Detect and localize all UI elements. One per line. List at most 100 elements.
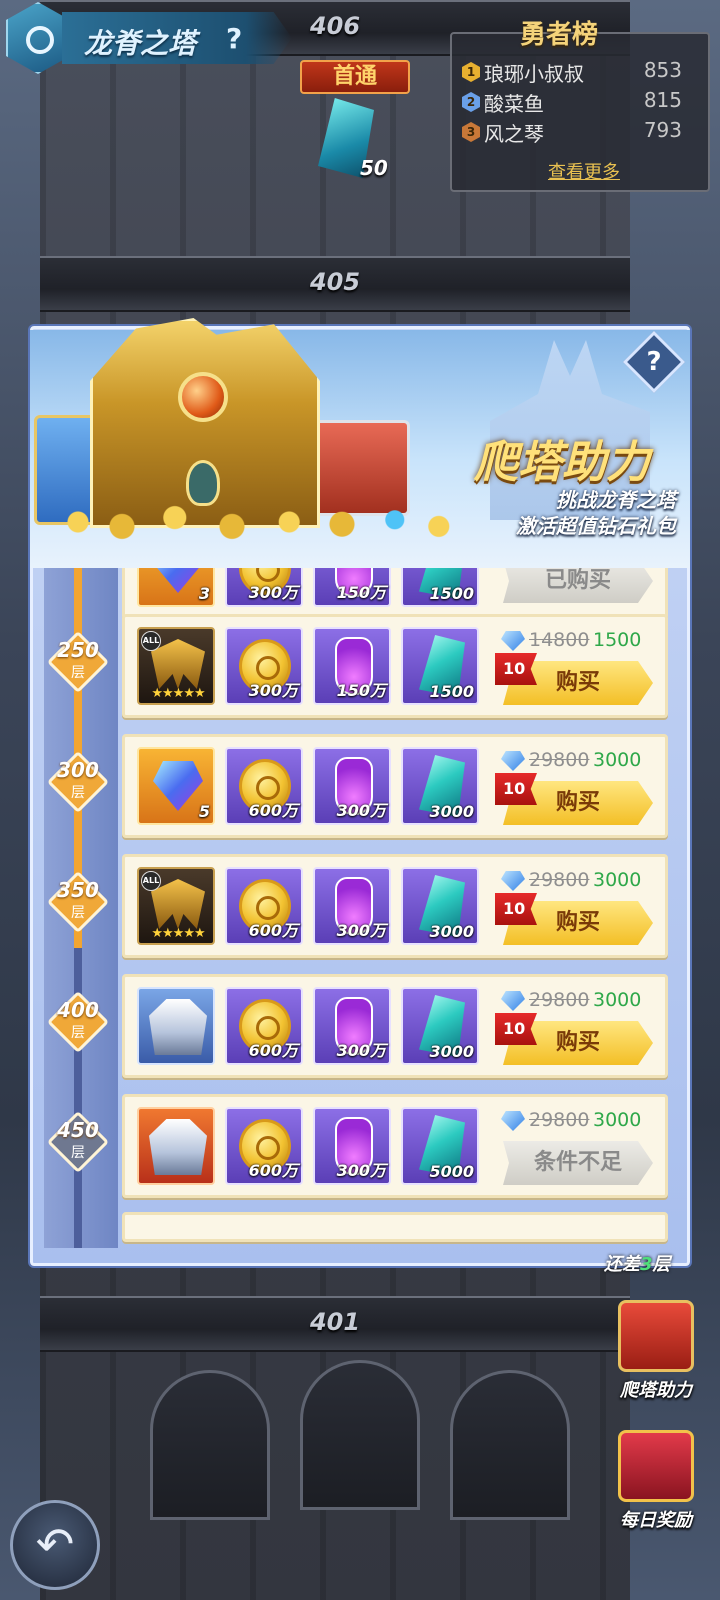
tower-arch bbox=[300, 1360, 420, 1510]
reward-item[interactable]: ALL ★★★★★ bbox=[137, 627, 215, 705]
original-price: 29800 bbox=[529, 1109, 590, 1131]
diamond-icon bbox=[501, 631, 525, 651]
sale-price: 3000 bbox=[593, 869, 642, 891]
item-quantity: 600万 bbox=[248, 921, 298, 940]
player-name: 琅琊小叔叔 bbox=[484, 62, 584, 86]
leaderboard-title: 勇者榜 bbox=[520, 20, 599, 50]
tower-emblem-icon bbox=[6, 2, 70, 74]
diamond-icon bbox=[501, 871, 525, 891]
banner-subtitle: 激活超值钻石礼包 bbox=[516, 514, 676, 538]
leaderboard-row: 3 风之琴 793 bbox=[462, 118, 682, 146]
reward-row-300: 5 600万 300万 3000 29800 3000 购买 10 bbox=[122, 734, 668, 838]
item-quantity: 3000 bbox=[429, 802, 474, 821]
reward-item[interactable]: 3000 bbox=[401, 867, 479, 945]
daily-reward-side-button[interactable]: 每日奖励 bbox=[606, 1430, 706, 1531]
reward-item[interactable]: 150万 bbox=[313, 627, 391, 705]
leaderboard-row: 1 琅琊小叔叔 853 bbox=[462, 58, 682, 86]
reward-row-next bbox=[122, 1212, 668, 1242]
first-clear-badge: 首通 bbox=[300, 60, 410, 94]
reward-row-350: ALL ★★★★★ 600万 300万 3000 29800 3000 购买 1… bbox=[122, 854, 668, 958]
side-button-label: 每日奖励 bbox=[620, 1510, 692, 1531]
leaderboard-row: 2 酸菜鱼 815 bbox=[462, 88, 682, 116]
tier-node-400: 400 层 bbox=[46, 990, 110, 1054]
back-button[interactable]: ↶ bbox=[10, 1500, 100, 1590]
reward-item[interactable]: ALL ★★★★★ bbox=[137, 867, 215, 945]
price: 29800 3000 bbox=[501, 1109, 661, 1135]
reward-row-400: 600万 300万 3000 29800 3000 购买 10 bbox=[122, 974, 668, 1078]
reward-item[interactable]: 600万 bbox=[225, 1107, 303, 1185]
reward-item[interactable]: 300万 bbox=[313, 987, 391, 1065]
leaderboard-more-link[interactable]: 查看更多 bbox=[548, 158, 620, 184]
item-quantity: 150万 bbox=[336, 681, 386, 700]
item-quantity: 300万 bbox=[336, 1161, 386, 1180]
gem-icon bbox=[153, 761, 203, 811]
reward-item[interactable]: 300万 bbox=[225, 627, 303, 705]
banner-title: 爬塔助力 bbox=[474, 437, 650, 488]
reward-row-250: ALL ★★★★★ 300万 150万 1500 14800 1500 购买 1… bbox=[122, 614, 668, 718]
floor-number: 401 bbox=[309, 1308, 361, 1336]
item-quantity: 150万 bbox=[336, 583, 386, 602]
tier-floor: 350 bbox=[57, 878, 99, 902]
reward-item[interactable]: 300万 bbox=[313, 867, 391, 945]
gift-icon bbox=[618, 1300, 694, 1372]
reward-item[interactable]: 3000 bbox=[401, 747, 479, 825]
star-rating: ★★★★★ bbox=[151, 926, 205, 941]
reward-item[interactable]: 5 bbox=[137, 747, 215, 825]
tier-floor: 400 bbox=[57, 998, 99, 1022]
reward-item[interactable]: 3000 bbox=[401, 987, 479, 1065]
player-score: 793 bbox=[643, 118, 682, 142]
reward-item[interactable] bbox=[137, 1107, 215, 1185]
reward-item[interactable] bbox=[137, 987, 215, 1065]
sale-price: 3000 bbox=[593, 1109, 642, 1131]
item-quantity: 300万 bbox=[336, 1041, 386, 1060]
tier-unit: 层 bbox=[71, 1145, 85, 1161]
star-rating: ★★★★★ bbox=[151, 686, 205, 701]
item-quantity: 300万 bbox=[336, 921, 386, 940]
item-quantity: 600万 bbox=[248, 1161, 298, 1180]
item-quantity: 600万 bbox=[248, 1041, 298, 1060]
tier-floor: 250 bbox=[57, 638, 99, 662]
tier-node-300: 300 层 bbox=[46, 750, 110, 814]
price: 29800 3000 bbox=[501, 749, 661, 775]
item-quantity: 1500 bbox=[429, 682, 474, 701]
reward-item[interactable]: 600万 bbox=[225, 747, 303, 825]
page-title: 龙脊之塔 bbox=[84, 27, 197, 60]
all-badge: ALL bbox=[141, 631, 161, 651]
tower-arch bbox=[150, 1370, 270, 1520]
player-name: 酸菜鱼 bbox=[484, 92, 544, 116]
treasure-chest-icon bbox=[618, 1430, 694, 1502]
all-badge: ALL bbox=[141, 871, 161, 891]
reward-row-450: 600万 300万 5000 29800 3000 条件不足 bbox=[122, 1094, 668, 1198]
item-quantity: 3000 bbox=[429, 1042, 474, 1061]
item-quantity: 5000 bbox=[429, 1162, 474, 1181]
diamond-icon bbox=[501, 1111, 525, 1131]
title-help-button[interactable]: ? bbox=[226, 22, 242, 55]
help-icon: ? bbox=[646, 347, 662, 377]
sale-price: 3000 bbox=[593, 749, 642, 771]
item-quantity: 300万 bbox=[248, 583, 298, 602]
reward-item[interactable]: 300万 bbox=[313, 747, 391, 825]
tier-floor: 300 bbox=[57, 758, 99, 782]
item-quantity: 3 bbox=[198, 584, 210, 603]
item-quantity: 5 bbox=[198, 802, 210, 821]
sale-price: 3000 bbox=[593, 989, 642, 1011]
floor-number: 406 bbox=[309, 12, 361, 40]
original-price: 29800 bbox=[529, 989, 590, 1011]
chest-gem-icon bbox=[178, 372, 228, 422]
item-quantity: 300万 bbox=[336, 801, 386, 820]
insufficient-condition-button: 条件不足 bbox=[503, 1141, 653, 1185]
tier-unit: 层 bbox=[71, 665, 85, 681]
title-bar: 龙脊之塔 ? bbox=[0, 0, 300, 76]
player-score: 853 bbox=[643, 58, 682, 82]
reward-item[interactable]: 600万 bbox=[225, 867, 303, 945]
price: 14800 1500 bbox=[501, 629, 661, 655]
original-price: 14800 bbox=[529, 629, 590, 651]
reward-item[interactable]: 5000 bbox=[401, 1107, 479, 1185]
reward-item[interactable]: 1500 bbox=[401, 627, 479, 705]
price: 29800 3000 bbox=[501, 989, 661, 1015]
item-quantity: 300万 bbox=[248, 681, 298, 700]
reward-item[interactable]: 600万 bbox=[225, 987, 303, 1065]
reward-item[interactable]: 300万 bbox=[313, 1107, 391, 1185]
climb-help-side-button[interactable]: 爬塔助力 bbox=[606, 1300, 706, 1401]
tier-node-450: 450 层 bbox=[46, 1110, 110, 1174]
